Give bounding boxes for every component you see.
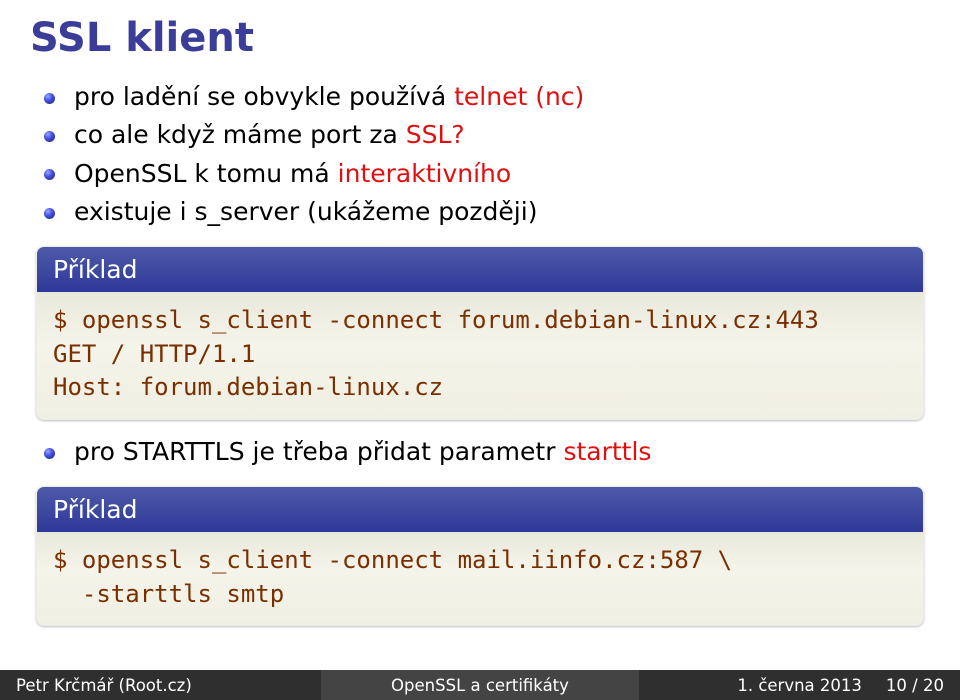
example-block-2: Příklad $ openssl s_client -connect mail… (36, 486, 924, 626)
example-block-1: Příklad $ openssl s_client -connect foru… (36, 246, 924, 420)
page-title: SSL klient (30, 15, 930, 61)
footer-page-number: 10 / 20 (886, 676, 944, 695)
list-item: existuje i s_server (ukážeme později) (74, 194, 930, 230)
bullet-text: pro ladění se obvykle používá (74, 82, 454, 111)
footer-center: OpenSSL a certifikáty (321, 670, 640, 700)
highlight-text: telnet (nc) (454, 82, 584, 111)
bullet-list-1: pro ladění se obvykle používá telnet (nc… (30, 79, 930, 230)
bullet-list-2: pro STARTTLS je třeba přidat parametr st… (30, 434, 930, 470)
slide: SSL klient pro ladění se obvykle používá… (0, 0, 960, 700)
list-item: co ale když máme port za SSL? (74, 117, 930, 153)
list-item: pro STARTTLS je třeba přidat parametr st… (74, 434, 930, 470)
code-block: $ openssl s_client -connect mail.iinfo.c… (53, 544, 907, 611)
bullet-text: existuje i s_server (ukážeme později) (74, 197, 537, 226)
footer-date: 1. června 2013 (737, 676, 862, 695)
footer-talk-title: OpenSSL a certifikáty (391, 676, 569, 695)
example-body: $ openssl s_client -connect mail.iinfo.c… (37, 532, 923, 625)
highlight-text: starttls (563, 437, 651, 466)
footer-right: 1. června 2013 10 / 20 (639, 670, 960, 700)
bullet-text: co ale když máme port za (74, 120, 406, 149)
footer-bar: Petr Krčmář (Root.cz) OpenSSL a certifik… (0, 670, 960, 700)
footer-left: Petr Krčmář (Root.cz) (0, 670, 321, 700)
code-block: $ openssl s_client -connect forum.debian… (53, 304, 907, 405)
example-title: Příklad (37, 247, 923, 292)
highlight-text: SSL? (406, 120, 465, 149)
bullet-text: pro STARTTLS je třeba přidat parametr (74, 437, 563, 466)
slide-content: pro ladění se obvykle používá telnet (nc… (30, 79, 930, 700)
example-body: $ openssl s_client -connect forum.debian… (37, 292, 923, 419)
list-item: pro ladění se obvykle používá telnet (nc… (74, 79, 930, 115)
example-title: Příklad (37, 487, 923, 532)
bullet-text: OpenSSL k tomu má (74, 159, 338, 188)
footer-author: Petr Krčmář (Root.cz) (16, 676, 192, 695)
list-item: OpenSSL k tomu má interaktivního (74, 156, 930, 192)
highlight-text: interaktivního (338, 159, 512, 188)
